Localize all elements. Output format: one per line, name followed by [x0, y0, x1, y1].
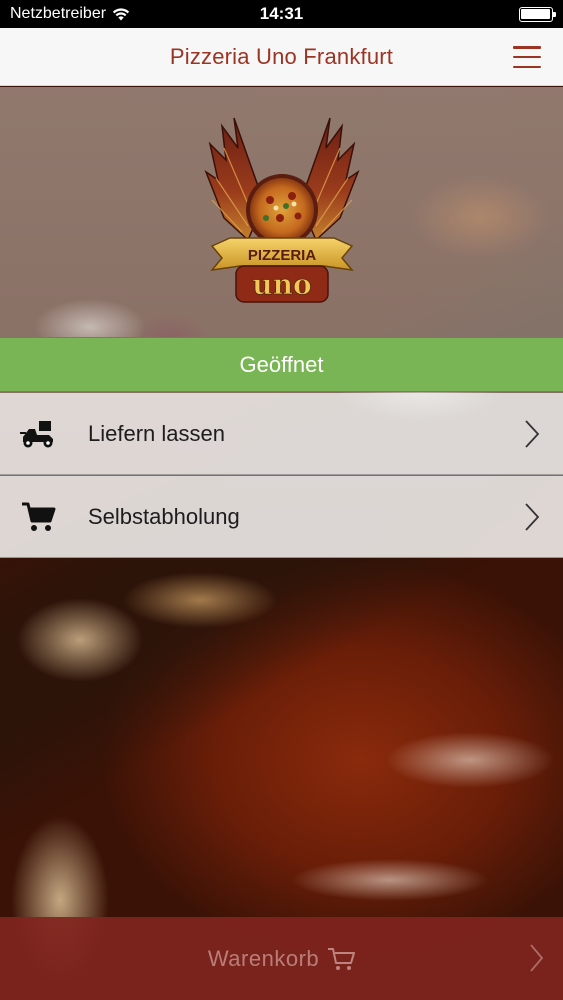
clock: 14:31	[259, 4, 304, 23]
wifi-icon	[112, 8, 130, 21]
open-status-label: Geöffnet	[239, 351, 324, 377]
menu-item-label: Liefern lassen	[88, 420, 225, 446]
shopping-cart-icon	[328, 947, 356, 970]
hamburger-menu-icon[interactable]	[513, 46, 541, 68]
pizzeria-uno-logo: PIZZERIA uno	[204, 117, 360, 303]
menu-item-delivery[interactable]: Liefern lassen	[0, 393, 563, 475]
chevron-right-icon	[530, 944, 544, 972]
cart-button[interactable]: Warenkorb	[0, 917, 563, 1000]
shopping-cart-icon	[18, 500, 58, 534]
cart-label: Warenkorb	[207, 945, 320, 971]
chevron-right-icon	[525, 419, 540, 448]
menu-item-label: Selbstabholung	[88, 503, 240, 529]
menu-item-pickup[interactable]: Selbstabholung	[0, 476, 563, 558]
status-bar: Netzbetreiber 14:31	[0, 0, 563, 28]
page-title: Pizzeria Uno Frankfurt	[169, 43, 394, 69]
delivery-scooter-icon	[18, 417, 58, 451]
battery-full-icon	[518, 6, 556, 22]
carrier-label: Netzbetreiber	[10, 5, 107, 22]
chevron-right-icon	[525, 502, 540, 531]
logo-top-word: PIZZERIA	[248, 247, 317, 264]
open-status-banner: Geöffnet	[0, 337, 563, 392]
nav-bar: Pizzeria Uno Frankfurt	[0, 28, 563, 86]
logo-bottom-word: uno	[252, 268, 311, 301]
